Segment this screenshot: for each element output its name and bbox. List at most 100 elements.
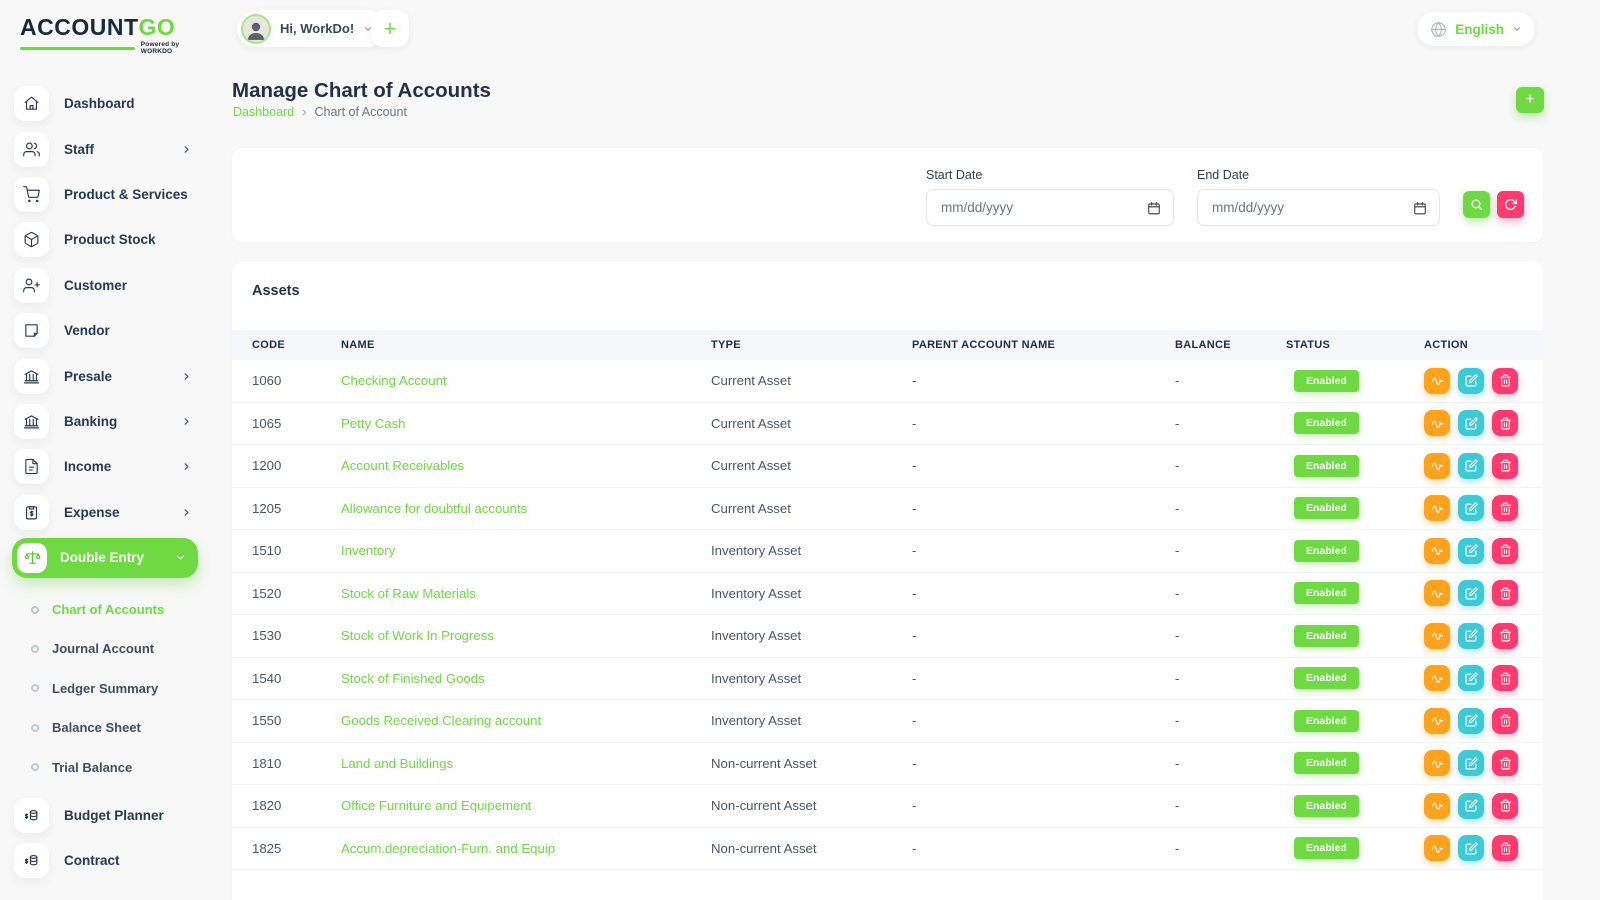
transactions-button[interactable] [1424,835,1450,861]
account-name-link[interactable]: Stock of Work In Progress [341,628,711,643]
sidebar-item[interactable]: Contract [14,838,212,883]
delete-button[interactable] [1492,453,1518,479]
sidebar-subitem[interactable]: Trial Balance [14,747,212,786]
account-name-link[interactable]: Account Receivables [341,458,711,473]
account-name-link[interactable]: Goods Received Clearing account [341,713,711,728]
account-name-link[interactable]: Stock of Finished Goods [341,671,711,686]
edit-button[interactable] [1458,538,1484,564]
reset-button[interactable] [1497,191,1524,218]
sidebar-item-double-entry[interactable]: Double Entry [12,538,198,578]
delete-button[interactable] [1492,580,1518,606]
sidebar-item[interactable]: Product & Services [14,172,212,217]
edit-button[interactable] [1458,410,1484,436]
row-actions [1424,793,1523,819]
delete-button[interactable] [1492,835,1518,861]
sidebar: ACCOUNTGO Powered by WORKDO [0,0,212,900]
sidebar-item[interactable]: Income [14,444,212,489]
sidebar-item-label: Dashboard [64,96,192,111]
language-selector[interactable]: English [1417,12,1535,46]
page-title: Manage Chart of Accounts [232,79,491,103]
account-name-link[interactable]: Office Furniture and Equipement [341,798,711,813]
row-actions [1424,580,1523,606]
edit-button[interactable] [1458,495,1484,521]
start-date-input[interactable]: mm/dd/yyyy [926,189,1174,226]
account-balance: - [1175,501,1286,516]
delete-button[interactable] [1492,410,1518,436]
sidebar-item[interactable]: Product Stock [14,217,212,262]
end-date-input[interactable]: mm/dd/yyyy [1197,189,1440,226]
account-name-link[interactable]: Petty Cash [341,416,711,431]
column-header: STATUS [1286,339,1424,351]
transactions-button[interactable] [1424,750,1450,776]
transactions-button[interactable] [1424,665,1450,691]
transactions-button[interactable] [1424,793,1450,819]
account-name-link[interactable]: Checking Account [341,373,711,388]
sidebar-item[interactable]: Presale [14,353,212,398]
bullet-icon [31,763,39,771]
user-menu[interactable]: Hi, WorkDo! [237,10,386,47]
edit-button[interactable] [1458,665,1484,691]
sidebar-item[interactable]: Budget Planner [14,793,212,838]
app-root: ACCOUNTGO Powered by WORKDO [0,0,1600,900]
account-name-link[interactable]: Accum.depreciation-Furn. and Equip [341,841,711,856]
edit-button[interactable] [1458,580,1484,606]
sidebar-subitem[interactable]: Journal Account [14,629,212,668]
header-add-button[interactable]: + [371,10,409,47]
account-name-link[interactable]: Allowance for doubtful accounts [341,501,711,516]
sidebar-subitem[interactable]: Chart of Accounts [14,590,212,629]
transactions-button[interactable] [1424,623,1450,649]
search-button[interactable] [1463,191,1490,218]
transactions-button[interactable] [1424,368,1450,394]
delete-button[interactable] [1492,750,1518,776]
sidebar-item[interactable]: Expense [14,490,212,535]
table-row: 1520 Stock of Raw Materials Inventory As… [232,573,1543,616]
breadcrumb-dashboard-link[interactable]: Dashboard [233,105,294,119]
sidebar-item[interactable]: Banking [14,399,212,444]
sidebar-item[interactable]: Dashboard [14,81,212,126]
account-name-link[interactable]: Stock of Raw Materials [341,586,711,601]
transactions-button[interactable] [1424,580,1450,606]
bullet-icon [31,684,39,692]
delete-button[interactable] [1492,368,1518,394]
calendar-icon[interactable] [1147,201,1161,215]
cube-icon [23,231,40,248]
delete-button[interactable] [1492,793,1518,819]
table-row: 1200 Account Receivables Current Asset -… [232,445,1543,488]
transactions-button[interactable] [1424,538,1450,564]
brand-logo[interactable]: ACCOUNTGO Powered by WORKDO [20,14,212,55]
account-balance: - [1175,671,1286,686]
transactions-button[interactable] [1424,495,1450,521]
edit-button[interactable] [1458,750,1484,776]
sidebar-subitem[interactable]: Balance Sheet [14,708,212,747]
transactions-button[interactable] [1424,410,1450,436]
breadcrumb-separator: › [302,104,306,119]
delete-button[interactable] [1492,665,1518,691]
sidebar-subitem-label: Chart of Accounts [52,602,164,617]
delete-button[interactable] [1492,623,1518,649]
account-type: Inventory Asset [711,713,912,728]
transactions-button[interactable] [1424,708,1450,734]
sidebar-item[interactable]: Customer [14,263,212,308]
sidebar-item[interactable]: Staff [14,126,212,171]
sidebar-subitem[interactable]: Ledger Summary [14,669,212,708]
account-name-link[interactable]: Land and Buildings [341,756,711,771]
delete-button[interactable] [1492,538,1518,564]
edit-button[interactable] [1458,793,1484,819]
edit-button[interactable] [1458,623,1484,649]
delete-button[interactable] [1492,708,1518,734]
create-account-button[interactable]: + [1516,87,1544,113]
calendar-icon[interactable] [1413,201,1427,215]
parent-account-name: - [912,713,1175,728]
edit-button[interactable] [1458,835,1484,861]
start-date-placeholder: mm/dd/yyyy [941,200,1013,215]
sidebar-item[interactable]: Vendor [14,308,212,353]
transactions-button[interactable] [1424,453,1450,479]
edit-button[interactable] [1458,368,1484,394]
edit-button[interactable] [1458,453,1484,479]
sidebar-item-label: Income [64,459,166,474]
table-row: 1825 Accum.depreciation-Furn. and Equip … [232,828,1543,871]
edit-button[interactable] [1458,708,1484,734]
parent-account-name: - [912,586,1175,601]
account-name-link[interactable]: Inventory [341,543,711,558]
delete-button[interactable] [1492,495,1518,521]
